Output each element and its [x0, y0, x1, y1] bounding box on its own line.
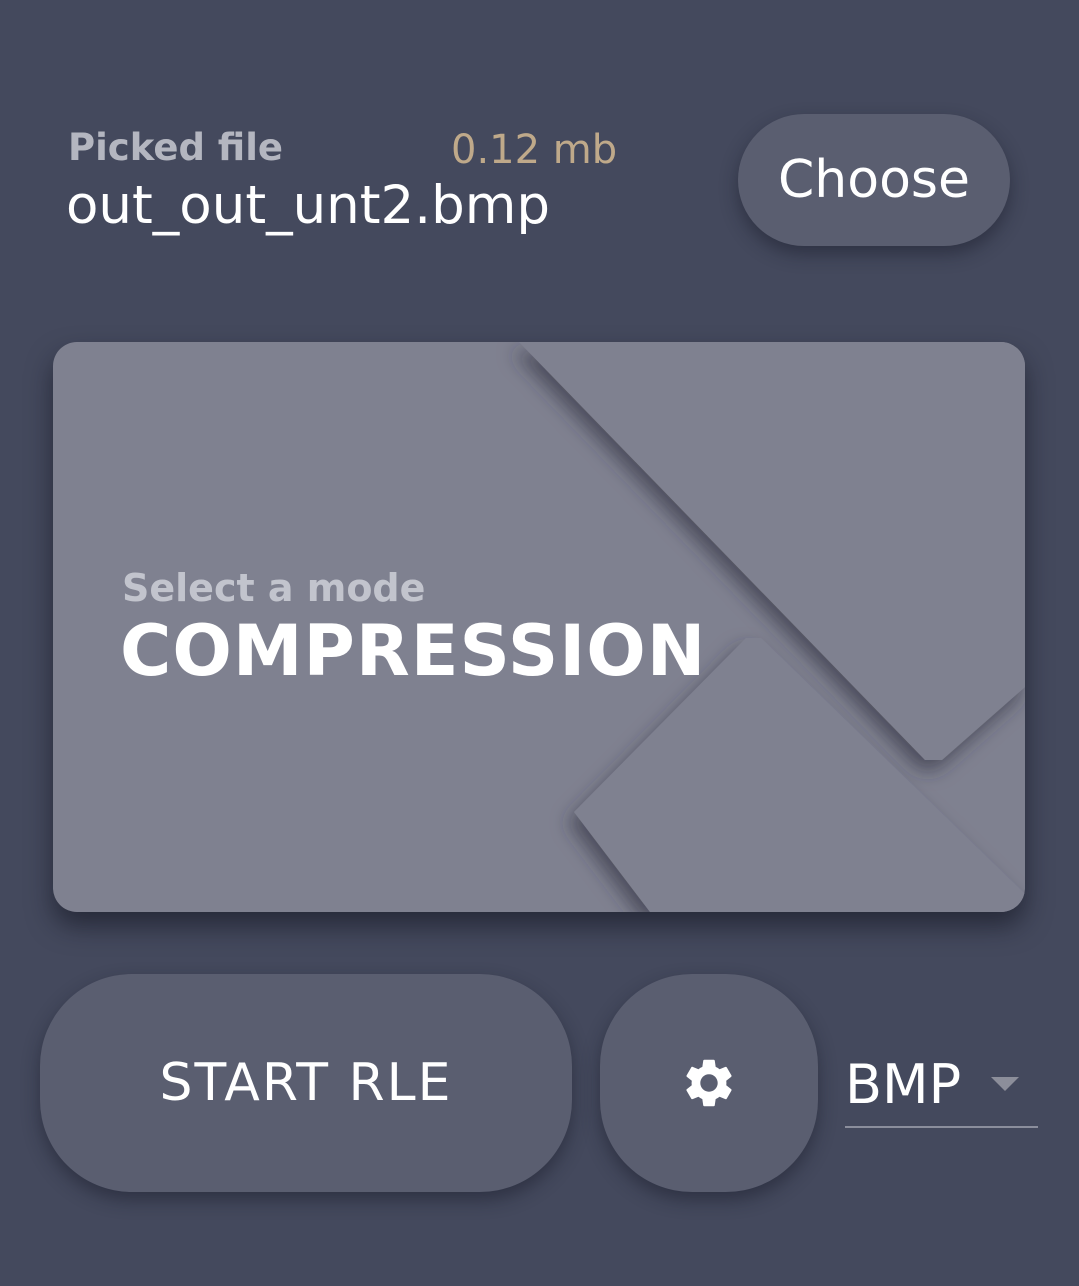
mode-title: COMPRESSION	[120, 610, 707, 692]
choose-file-button[interactable]: Choose	[738, 114, 1010, 246]
start-button-label: START RLE	[159, 1053, 453, 1113]
picked-file-label: Picked file	[68, 126, 284, 169]
dropdown-arrow-icon	[991, 1077, 1019, 1091]
mode-subtitle: Select a mode	[122, 566, 426, 610]
file-name: out_out_unt2.bmp	[66, 175, 551, 236]
choose-button-label: Choose	[778, 150, 970, 210]
settings-button[interactable]	[600, 974, 818, 1192]
format-select[interactable]: BMP	[845, 1046, 1038, 1128]
format-select-value: BMP	[845, 1053, 962, 1116]
file-size: 0.12 mb	[451, 127, 618, 173]
start-rle-button[interactable]: START RLE	[40, 974, 572, 1192]
gear-icon	[686, 1059, 732, 1107]
mode-card[interactable]: Select a mode COMPRESSION	[53, 342, 1025, 912]
